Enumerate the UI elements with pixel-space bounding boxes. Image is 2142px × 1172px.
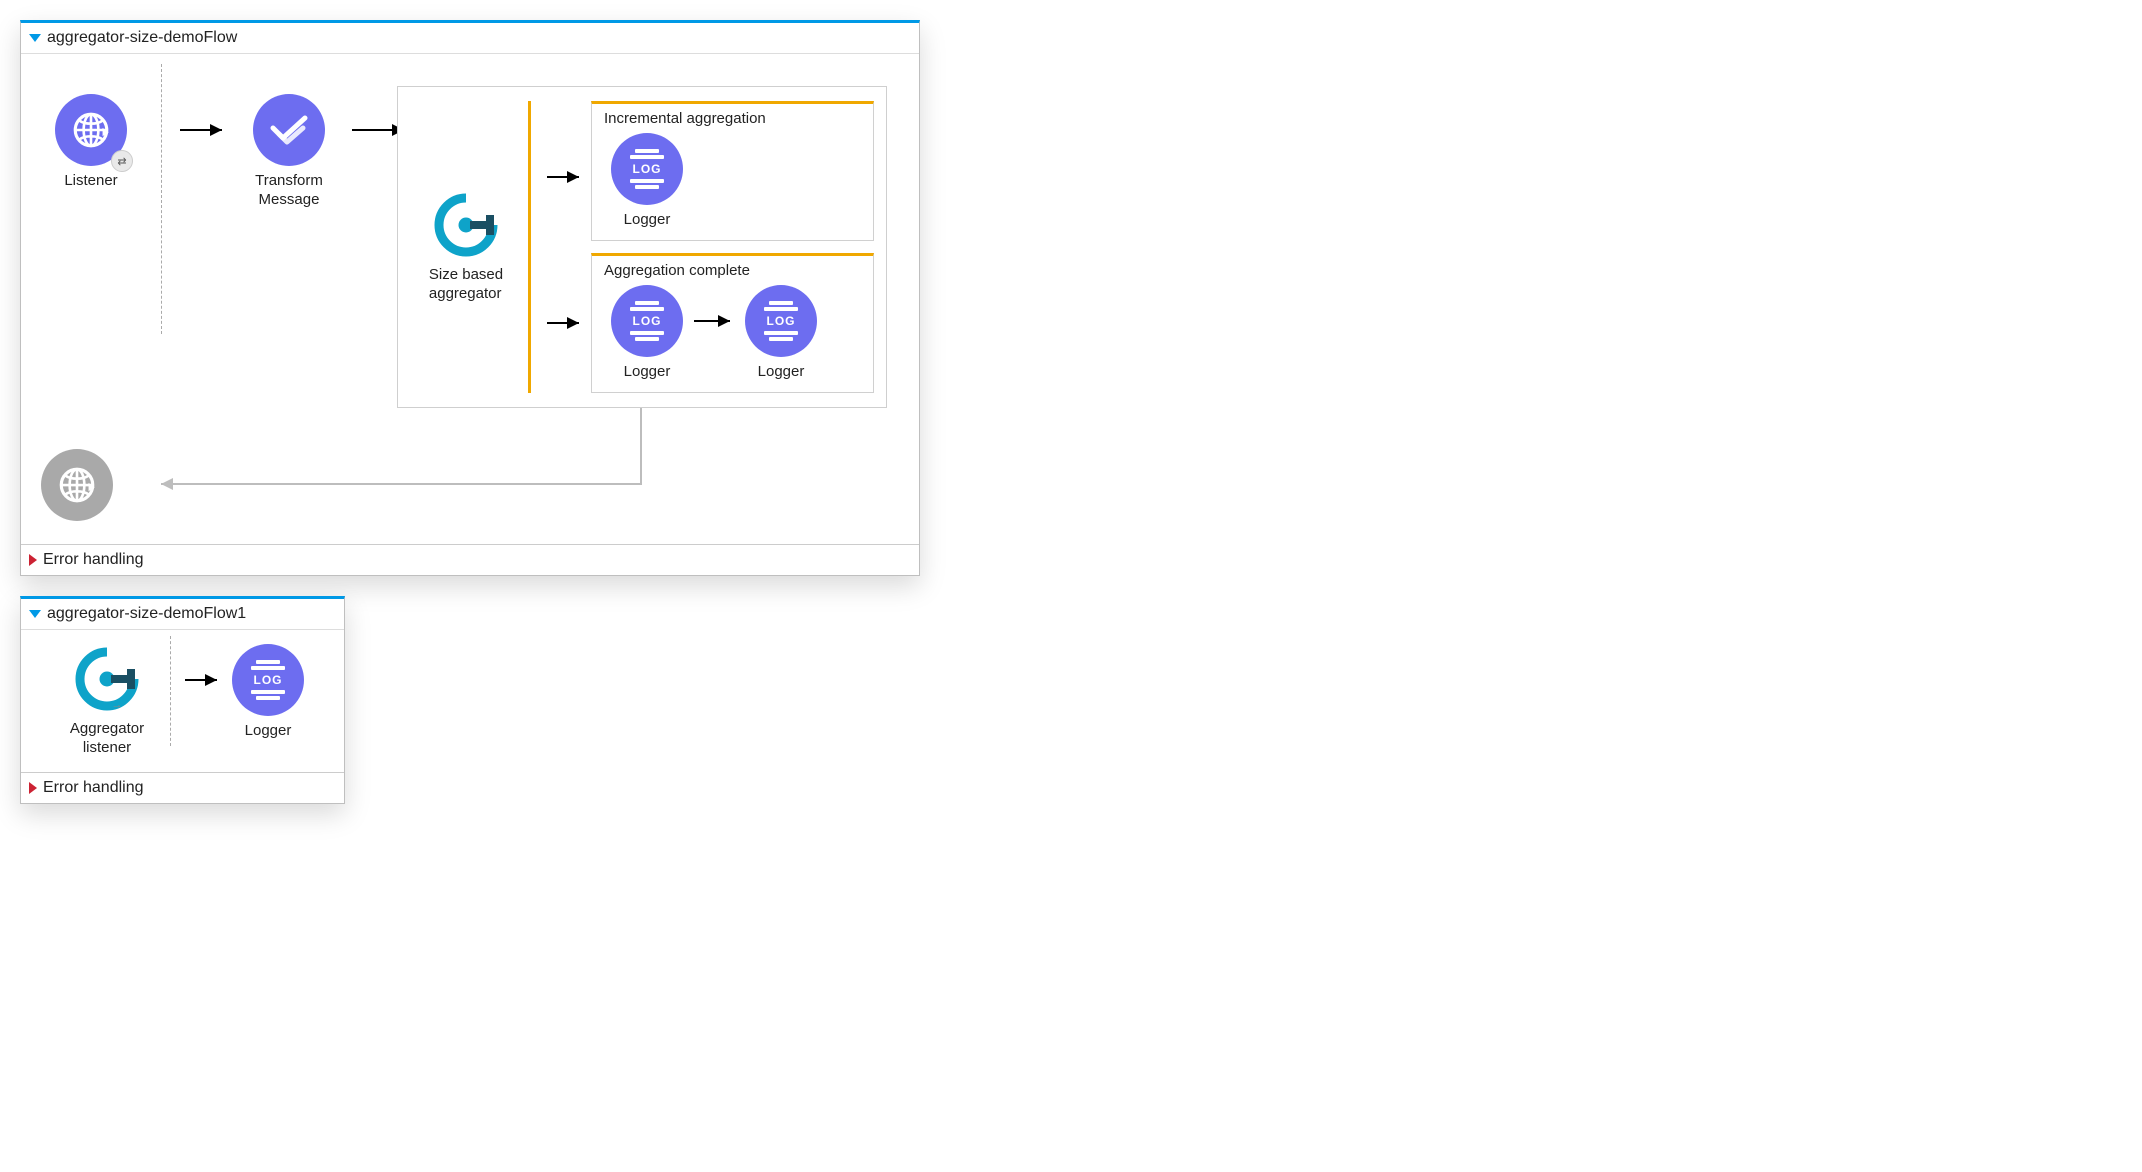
flow1-error-label: Error handling [43,551,144,569]
arrow-logger-to-logger [692,285,736,357]
response-node[interactable] [41,449,113,521]
log-icon: LOG [630,301,664,341]
logger-circle: LOG [232,644,304,716]
small-arrow-icon: → [106,694,128,716]
arrow-listener-to-transform [178,94,228,166]
listener-node[interactable]: ⇄ Listener [41,94,141,191]
aggregator-label: Size based aggregator [429,266,503,304]
arrow-to-incremental [545,132,585,222]
listener-circle: ⇄ [55,94,127,166]
flow2-title: aggregator-size-demoFlow1 [47,605,246,623]
log-icon: LOG [251,660,285,700]
transform-label: Transform Message [255,172,323,210]
aggregator-listener-icon: → [72,644,142,714]
flow1-header[interactable]: aggregator-size-demoFlow [21,23,919,54]
transform-circle [253,94,325,166]
flow1-title: aggregator-size-demoFlow [47,29,237,47]
response-circle [41,449,113,521]
complete-title: Aggregation complete [602,260,863,285]
return-connector [121,404,649,514]
listener-label: Listener [64,172,117,191]
transform-icon [269,110,309,150]
log-icon: LOG [764,301,798,341]
aggregator-node[interactable]: Size based aggregator [406,190,526,304]
log-icon: LOG [630,149,664,189]
flow2-error-header[interactable]: Error handling [21,772,344,803]
incremental-aggregation-box[interactable]: Incremental aggregation LOG [591,101,874,241]
globe-outgoing-icon [56,464,98,506]
globe-icon [70,109,112,151]
collapse-triangle-right-icon[interactable] [29,554,37,566]
flow2-header[interactable]: aggregator-size-demoFlow1 [21,599,344,630]
aggregation-complete-box[interactable]: Aggregation complete LOG [591,253,874,393]
collapse-triangle-right-icon[interactable] [29,782,37,794]
aggregator-listener-node[interactable]: → Aggregator listener [52,644,162,758]
incremental-logger-label: Logger [624,211,671,230]
flow2-divider [170,636,171,746]
complete-logger-2-label: Logger [758,363,805,382]
exchange-arrows-icon: ⇄ [111,150,133,172]
flow-container-1[interactable]: aggregator-size-demoFlow ⇄ [20,20,920,576]
flow2-error-label: Error handling [43,779,144,797]
scope-divider [528,101,531,393]
flow1-error-header[interactable]: Error handling [21,544,919,575]
transform-node[interactable]: Transform Message [234,94,344,210]
aggregator-icon [431,190,501,260]
source-divider [161,64,162,334]
aggregator-listener-label: Aggregator listener [70,720,144,758]
flow2-row: → Aggregator listener LOG [35,644,330,758]
collapse-triangle-icon[interactable] [29,610,41,618]
complete-logger-1-label: Logger [624,363,671,382]
flow1-body: ⇄ Listener [21,54,919,544]
arrow-to-complete [545,278,585,368]
flow2-logger-label: Logger [245,722,292,741]
incremental-logger-node[interactable]: LOG Logger [602,133,692,230]
logger-circle: LOG [611,285,683,357]
collapse-triangle-icon[interactable] [29,34,41,42]
incremental-title: Incremental aggregation [602,108,863,133]
complete-logger-1-node[interactable]: LOG Logger [602,285,692,382]
flow2-body: → Aggregator listener LOG [21,630,344,772]
arrow-agglistener-to-logger [183,644,223,716]
complete-logger-2-node[interactable]: LOG Logger [736,285,826,382]
logger-circle: LOG [745,285,817,357]
flow2-logger-node[interactable]: LOG Logger [223,644,313,741]
flow1-main-row: ⇄ Listener [41,94,410,334]
flow-canvas: aggregator-size-demoFlow ⇄ [20,20,920,804]
flow-container-2[interactable]: aggregator-size-demoFlow1 → Aggrega [20,596,345,804]
logger-circle: LOG [611,133,683,205]
aggregator-scope[interactable]: Size based aggregator [397,86,887,408]
